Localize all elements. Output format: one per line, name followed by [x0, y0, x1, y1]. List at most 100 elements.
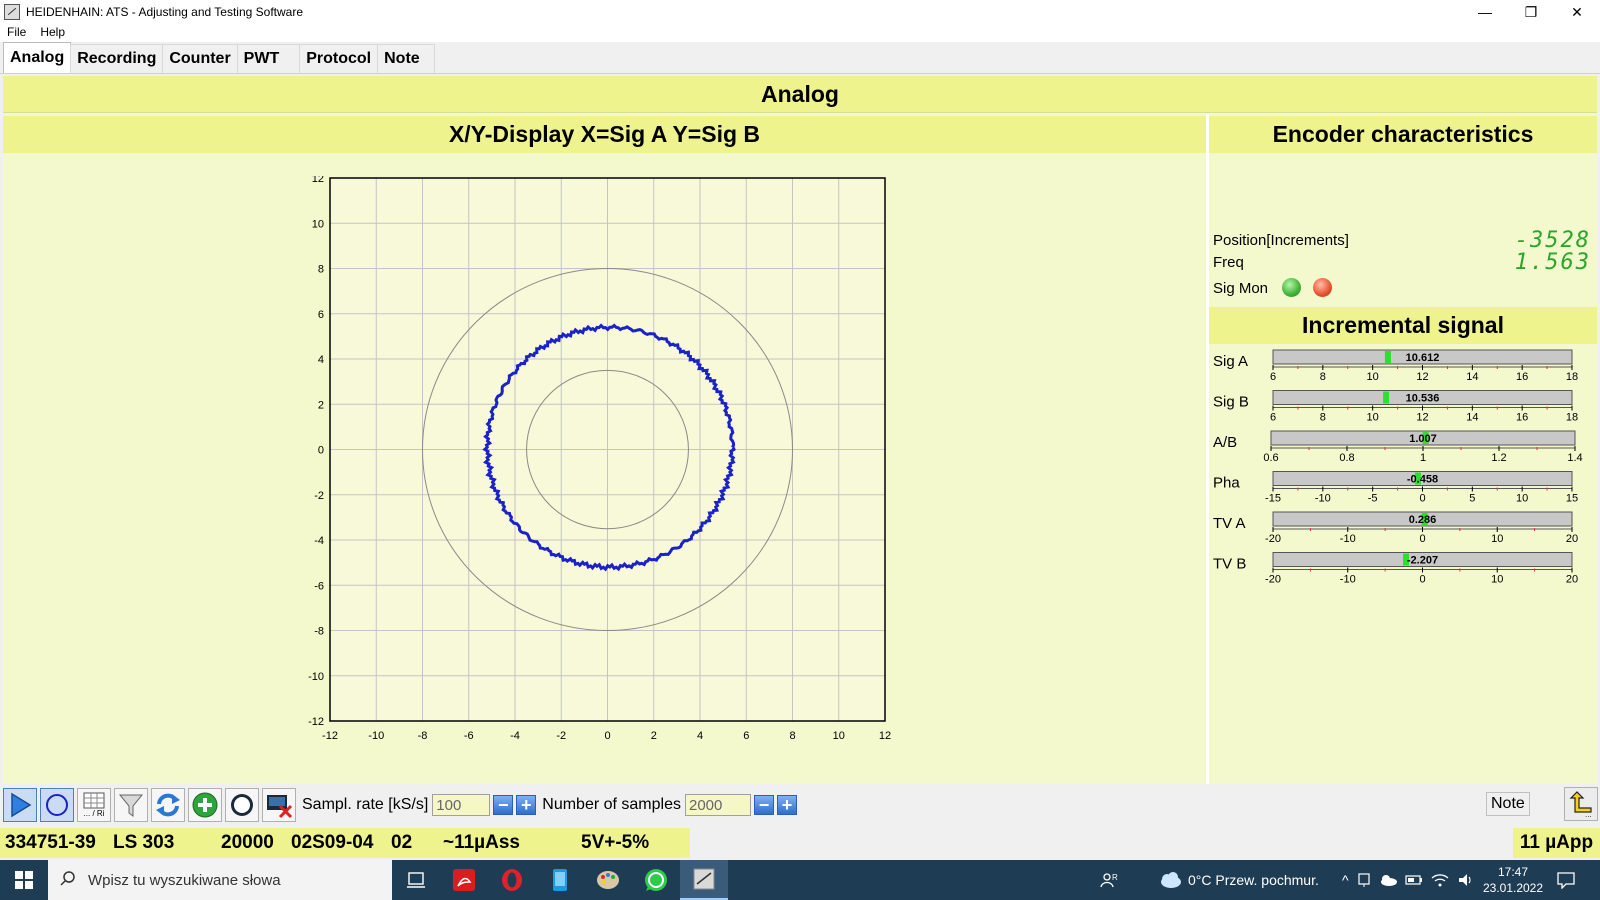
sigmon-red-led-icon: [1313, 278, 1332, 297]
close-button[interactable]: ✕: [1554, 0, 1600, 24]
gauge-value: -2.207: [1407, 555, 1438, 567]
minimize-button[interactable]: —: [1462, 0, 1508, 24]
x-tick-label: -12: [322, 730, 338, 742]
status-signal: ~11µAss: [443, 832, 520, 853]
taskbar-clock[interactable]: 17:47 23.01.2022: [1478, 864, 1548, 896]
tab-note[interactable]: Note: [377, 44, 435, 73]
app-taskbar-button[interactable]: [536, 860, 584, 900]
tab-counter[interactable]: Counter: [162, 44, 238, 73]
add-button[interactable]: [188, 788, 222, 822]
x-tick-label: -6: [464, 730, 474, 742]
whatsapp-icon: [645, 869, 667, 891]
chevron-up-icon[interactable]: ^: [1342, 872, 1349, 888]
exit-button[interactable]: ...: [1564, 787, 1598, 821]
status-id: 334751-39: [5, 832, 96, 853]
sampl-rate-input[interactable]: 100: [432, 794, 491, 816]
battery-icon[interactable]: [1404, 873, 1423, 887]
restore-button[interactable]: ❐: [1508, 0, 1554, 24]
opera-taskbar-button[interactable]: [488, 860, 536, 900]
note-button[interactable]: Note: [1486, 792, 1530, 816]
status-amplitude: 11 µApp: [1513, 828, 1600, 858]
y-tick-label: 0: [318, 445, 324, 457]
tab-recording[interactable]: Recording: [70, 44, 164, 73]
menu-bar: File Help: [0, 24, 1600, 42]
tray-icons[interactable]: ^: [1342, 860, 1475, 900]
gauge-tick-label: 15: [1566, 493, 1578, 505]
menu-help[interactable]: Help: [33, 24, 72, 42]
sampl-rate-plus-button[interactable]: +: [516, 795, 537, 815]
gauge-value: 10.612: [1406, 352, 1440, 364]
incremental-gauges: Sig A 10.6126 8 10 12 14 16 18Sig B 10.5366 8 10 12…: [1213, 349, 1583, 586]
windows-taskbar: Wpisz tu wyszukiwane słowa R 0°C Przew.: [0, 860, 1600, 900]
wifi-icon[interactable]: [1431, 872, 1449, 888]
taskbar-search[interactable]: Wpisz tu wyszukiwane słowa: [48, 860, 392, 900]
menu-file[interactable]: File: [0, 24, 33, 42]
task-view-button[interactable]: [392, 860, 440, 900]
ring-button[interactable]: [225, 788, 259, 822]
gauge-tick-label: 6: [1270, 412, 1276, 424]
freq-label: Freq: [1213, 254, 1244, 271]
gauge-tick-label: 0.6: [1263, 452, 1278, 464]
svg-text:R: R: [1112, 873, 1118, 882]
clock-date: 23.01.2022: [1482, 881, 1544, 895]
whatsapp-taskbar-button[interactable]: [632, 860, 680, 900]
monitor-close-button[interactable]: [262, 788, 296, 822]
sampl-rate-minus-button[interactable]: −: [493, 795, 514, 815]
y-tick-label: -6: [314, 580, 324, 592]
num-samples-input[interactable]: 2000: [684, 794, 751, 816]
weather-widget[interactable]: 0°C Przew. pochmur.: [1158, 860, 1319, 900]
num-samples-plus-button[interactable]: +: [776, 795, 797, 815]
encoder-panel: Position[Increments] -3528 Freq 1.563 Si…: [1209, 153, 1597, 784]
filter-button[interactable]: [114, 788, 148, 822]
opera-browser-icon: [502, 869, 522, 891]
gauge-tick-label: -20: [1265, 533, 1281, 545]
acrobat-taskbar-button[interactable]: [440, 860, 488, 900]
monitor-x-icon: [267, 795, 293, 819]
windows-logo-icon: [15, 871, 33, 889]
gauge-tick-label: 5: [1469, 493, 1475, 505]
x-tick-label: -4: [510, 730, 520, 742]
tab-pwt[interactable]: PWT: [236, 44, 301, 73]
encoder-title: Encoder characteristics: [1209, 116, 1597, 153]
tab-protocol[interactable]: Protocol: [299, 44, 379, 73]
gauge-tick-label: 14: [1466, 412, 1478, 424]
y-tick-label: -8: [314, 626, 324, 638]
analog-panel: Analog X/Y-Display X=Sig A Y=Sig B Encod…: [3, 76, 1597, 784]
gauge-tick-label: 0.8: [1339, 452, 1354, 464]
gauge-tick-label: 14: [1466, 371, 1478, 383]
tab-analog[interactable]: Analog: [3, 42, 72, 73]
ats-app-icon: [693, 868, 715, 890]
gauge-tick-label: 18: [1566, 371, 1578, 383]
people-button[interactable]: R: [1100, 860, 1118, 900]
grid-ri-button[interactable]: ... / Ri: [77, 788, 111, 822]
gauge-tick-label: 0: [1419, 493, 1425, 505]
onedrive-cloud-icon[interactable]: [1379, 874, 1397, 886]
sigmon-label: Sig Mon: [1213, 280, 1269, 297]
circle-mode-button[interactable]: [40, 788, 74, 822]
device-icon[interactable]: [1357, 872, 1371, 888]
gauge-value: 1.007: [1409, 433, 1437, 445]
paint-taskbar-button[interactable]: [584, 860, 632, 900]
status-code: 02S09-04: [291, 832, 374, 853]
num-samples-minus-button[interactable]: −: [753, 795, 774, 815]
gauge-tick-label: 8: [1320, 412, 1326, 424]
table-grid-icon: [83, 792, 105, 809]
gauge-tick-label: 12: [1416, 371, 1428, 383]
panel-title: Analog: [3, 76, 1597, 113]
gauge-value: 0.286: [1409, 514, 1437, 526]
gauge-tick-label: -10: [1315, 493, 1331, 505]
ats-taskbar-button[interactable]: [680, 860, 728, 900]
notifications-button[interactable]: [1556, 860, 1576, 900]
refresh-icon: [156, 793, 180, 817]
gauge-label: A/B: [1213, 434, 1237, 451]
start-button[interactable]: [0, 860, 48, 900]
refresh-button[interactable]: [151, 788, 185, 822]
speaker-icon[interactable]: [1457, 872, 1475, 888]
xy-display-title: X/Y-Display X=Sig A Y=Sig B: [3, 116, 1206, 153]
gauge-tick-label: 12: [1416, 412, 1428, 424]
status-bar: 334751-39 LS 303 20000 02S09-04 02 ~11µA…: [0, 828, 690, 858]
app-window: HEIDENHAIN: ATS - Adjusting and Testing …: [0, 0, 1600, 900]
gauge-tick-label: -5: [1368, 493, 1378, 505]
ring-icon: [231, 794, 253, 816]
play-button[interactable]: [3, 788, 37, 822]
